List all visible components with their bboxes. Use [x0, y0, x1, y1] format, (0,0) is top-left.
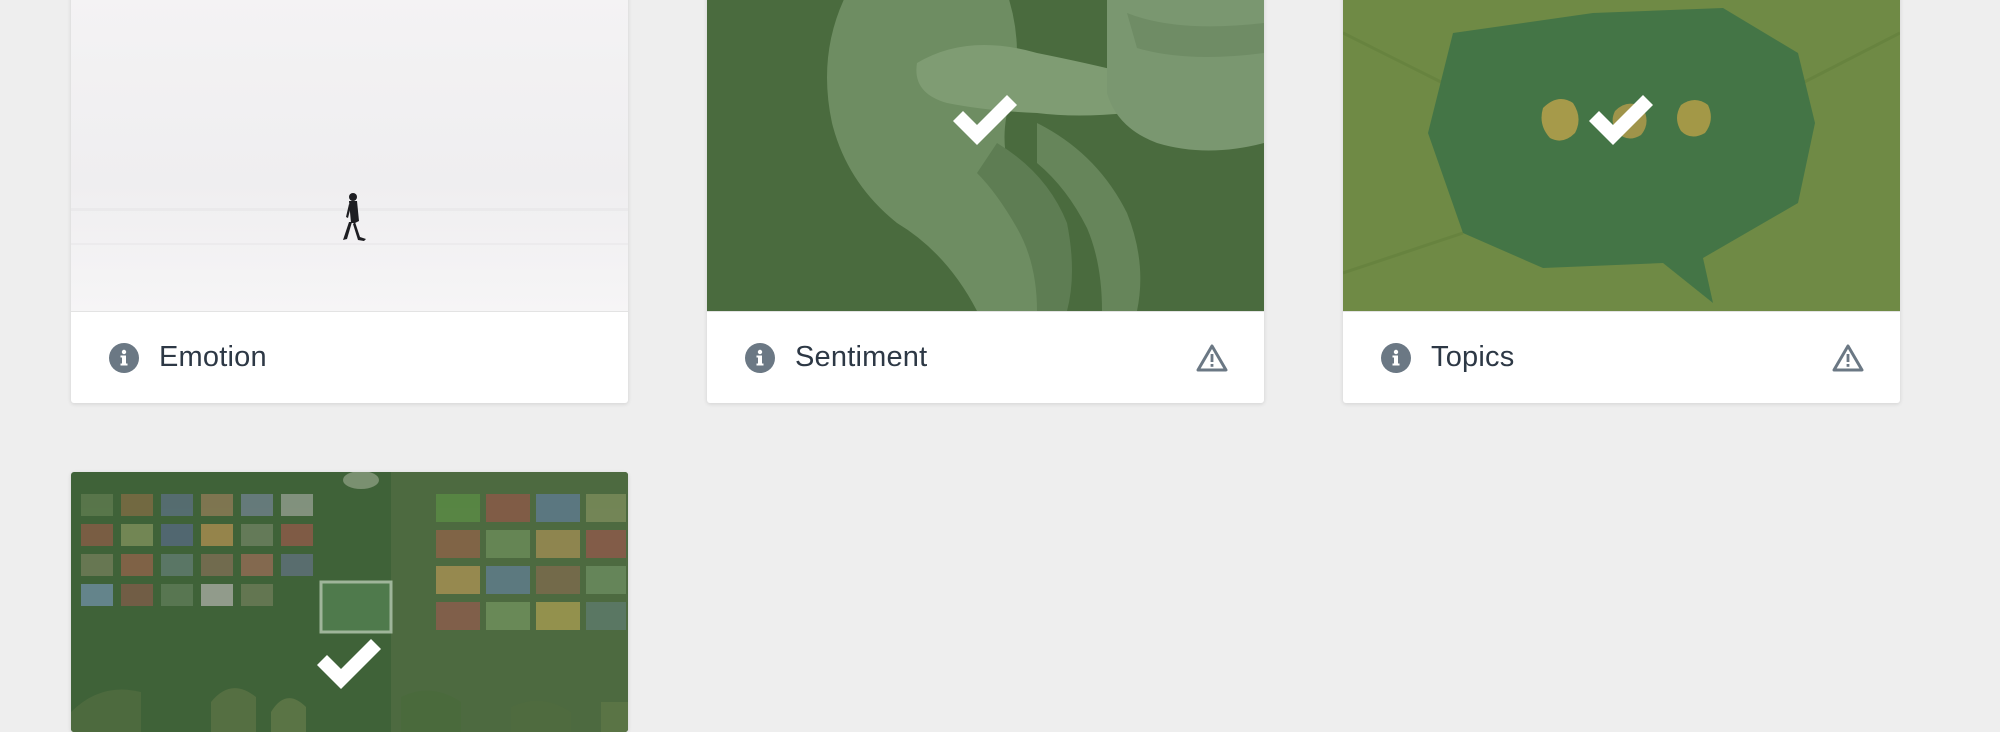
card-footer: Emotion — [71, 311, 628, 403]
card-footer: Sentiment — [707, 311, 1264, 403]
speech-bubble-image — [1343, 0, 1900, 311]
check-icon — [317, 639, 381, 689]
card-thumbnail[interactable] — [71, 472, 628, 732]
warning-icon[interactable] — [1832, 343, 1864, 373]
holding-hands-image — [707, 0, 1264, 311]
card-thumbnail[interactable] — [707, 0, 1264, 311]
card-title: Sentiment — [795, 341, 928, 373]
card-sentiment[interactable]: Sentiment — [707, 0, 1264, 403]
card-thumbnail[interactable] — [71, 0, 628, 311]
card-topics[interactable]: Topics — [1343, 0, 1900, 403]
info-icon[interactable] — [109, 342, 139, 373]
info-icon[interactable] — [1381, 342, 1411, 373]
card-title: Topics — [1431, 341, 1515, 373]
flags-cafe-image — [71, 472, 628, 732]
warning-icon[interactable] — [1196, 343, 1228, 373]
card-footer: Topics — [1343, 311, 1900, 403]
card-flags[interactable] — [71, 472, 628, 732]
card-title: Emotion — [159, 341, 267, 373]
check-icon — [1589, 95, 1653, 145]
card-thumbnail[interactable] — [1343, 0, 1900, 311]
card-emotion[interactable]: Emotion — [71, 0, 628, 403]
info-icon[interactable] — [745, 342, 775, 373]
check-icon — [953, 95, 1017, 145]
snow-scene-image — [71, 0, 628, 311]
